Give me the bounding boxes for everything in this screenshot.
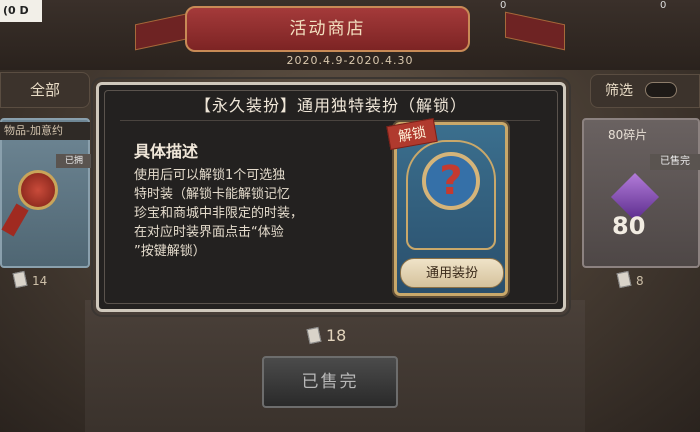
description-body: 使用后可以解锁1个可选独 特时装（解锁卡能解锁记忆 珍宝和商城中非限定的时装， … <box>134 168 304 259</box>
ticket-icon <box>306 326 322 345</box>
question-mark-icon: ? <box>422 152 480 210</box>
corner-label: (0 D <box>0 0 42 22</box>
price-left: 14 <box>12 270 48 289</box>
shop-title-banner: 活动商店 <box>185 6 470 52</box>
price-right: 8 <box>616 270 644 289</box>
sold-out-badge: 已售完 <box>650 154 700 170</box>
shard-count: 80 <box>612 212 646 240</box>
shop-item-label-right: 80碎片 <box>608 128 648 142</box>
main-price: 18 <box>306 326 347 345</box>
sold-out-button[interactable]: 已售完 <box>262 356 398 408</box>
description-heading: 具体描述 <box>134 142 199 161</box>
price-left-value: 14 <box>32 274 48 288</box>
popup-title: 【永久装扮】通用独特装扮（解锁） <box>194 96 467 115</box>
event-date-range: 2020.4.9-2020.4.30 <box>286 54 414 67</box>
shop-item-label-left: 物品-加意约 <box>0 122 90 140</box>
filter-toggle-icon[interactable] <box>645 82 677 98</box>
ticket-icon <box>12 270 28 289</box>
main-price-value: 18 <box>326 326 347 345</box>
top-counter-right: 0 <box>660 0 667 11</box>
card-caption: 通用装扮 <box>400 258 504 288</box>
popup-divider <box>120 120 540 121</box>
ticket-icon <box>616 270 632 289</box>
price-right-value: 8 <box>636 274 644 288</box>
ornament-icon <box>18 170 58 210</box>
tab-all[interactable]: 全部 <box>0 72 90 108</box>
owned-badge: 已拥 <box>56 154 92 168</box>
